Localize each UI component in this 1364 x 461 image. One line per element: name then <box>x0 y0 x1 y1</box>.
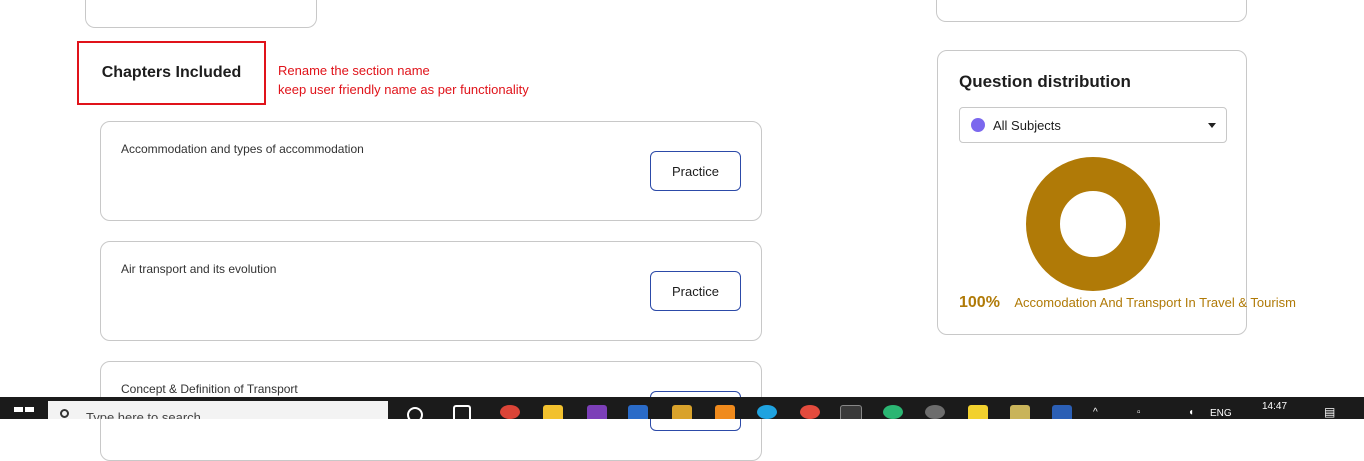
legend-percent: 100% <box>959 294 1000 311</box>
chart-legend: 100% Accomodation And Transport In Trave… <box>959 294 1296 312</box>
question-distribution-title: Question distribution <box>959 72 1131 91</box>
chapter-card: Air transport and its evolution Practice <box>100 241 762 341</box>
windows-start-icon[interactable] <box>14 407 34 419</box>
database-icon[interactable] <box>672 405 692 419</box>
chapter-title: Concept & Definition of Transport <box>121 382 298 396</box>
cv-app-icon[interactable] <box>925 405 945 419</box>
task-view-icon[interactable] <box>453 405 471 419</box>
vlc-icon[interactable] <box>715 405 735 419</box>
legend-label: Accomodation And Transport In Travel & T… <box>1014 295 1296 310</box>
annotation-line-1: Rename the section name <box>278 63 430 78</box>
file-explorer-icon[interactable] <box>543 405 563 419</box>
search-icon <box>60 409 69 418</box>
annotation-line-2: keep user friendly name as per functiona… <box>278 82 529 97</box>
taskbar-search-placeholder: Type here to search <box>86 410 201 419</box>
chapter-title: Accommodation and types of accommodation <box>121 142 364 156</box>
previous-card <box>85 0 317 28</box>
taskbar-search-box[interactable]: Type here to search <box>48 401 388 419</box>
windows-taskbar: Type here to search ^ ▫ ◖ ENG 14:47 ▤ <box>0 397 1364 419</box>
skype-icon[interactable] <box>757 405 777 419</box>
clock-app-icon[interactable] <box>800 405 820 419</box>
terminal-icon[interactable] <box>840 405 862 419</box>
visual-studio-icon[interactable] <box>587 405 607 419</box>
review-annotation: Rename the section name keep user friend… <box>278 61 529 99</box>
cortana-icon[interactable] <box>407 407 423 419</box>
chapter-card: Accommodation and types of accommodation… <box>100 121 762 221</box>
notifications-icon[interactable]: ▤ <box>1324 405 1335 419</box>
question-distribution-card: Question distribution All Subjects 100% … <box>937 50 1296 335</box>
tray-chevron-icon[interactable]: ^ <box>1093 407 1098 418</box>
network-icon[interactable]: ▫ <box>1137 407 1141 418</box>
previous-side-card <box>936 0 1247 22</box>
distribution-donut-chart <box>1026 157 1160 291</box>
practice-button[interactable]: Practice <box>650 271 741 311</box>
chrome-icon[interactable] <box>500 405 520 419</box>
language-indicator[interactable]: ENG <box>1210 408 1232 419</box>
notepad-icon[interactable] <box>1010 405 1030 419</box>
powershell-icon[interactable] <box>628 405 648 419</box>
edge-icon[interactable] <box>883 405 903 419</box>
word-icon[interactable] <box>1052 405 1072 419</box>
section-title-highlight: Chapters Included <box>77 41 266 105</box>
subject-select-value: All Subjects <box>993 117 1061 133</box>
practice-button[interactable]: Practice <box>650 151 741 191</box>
caret-down-icon <box>1208 123 1216 128</box>
section-title: Chapters Included <box>101 64 242 81</box>
taskbar-clock[interactable]: 14:47 <box>1262 401 1287 412</box>
subject-select[interactable]: All Subjects <box>959 107 1227 143</box>
chapter-title: Air transport and its evolution <box>121 262 277 276</box>
donut-slice <box>1026 157 1160 291</box>
sticky-notes-icon[interactable] <box>968 405 988 419</box>
volume-icon[interactable]: ◖ <box>1188 407 1194 418</box>
subject-color-dot <box>971 118 985 132</box>
